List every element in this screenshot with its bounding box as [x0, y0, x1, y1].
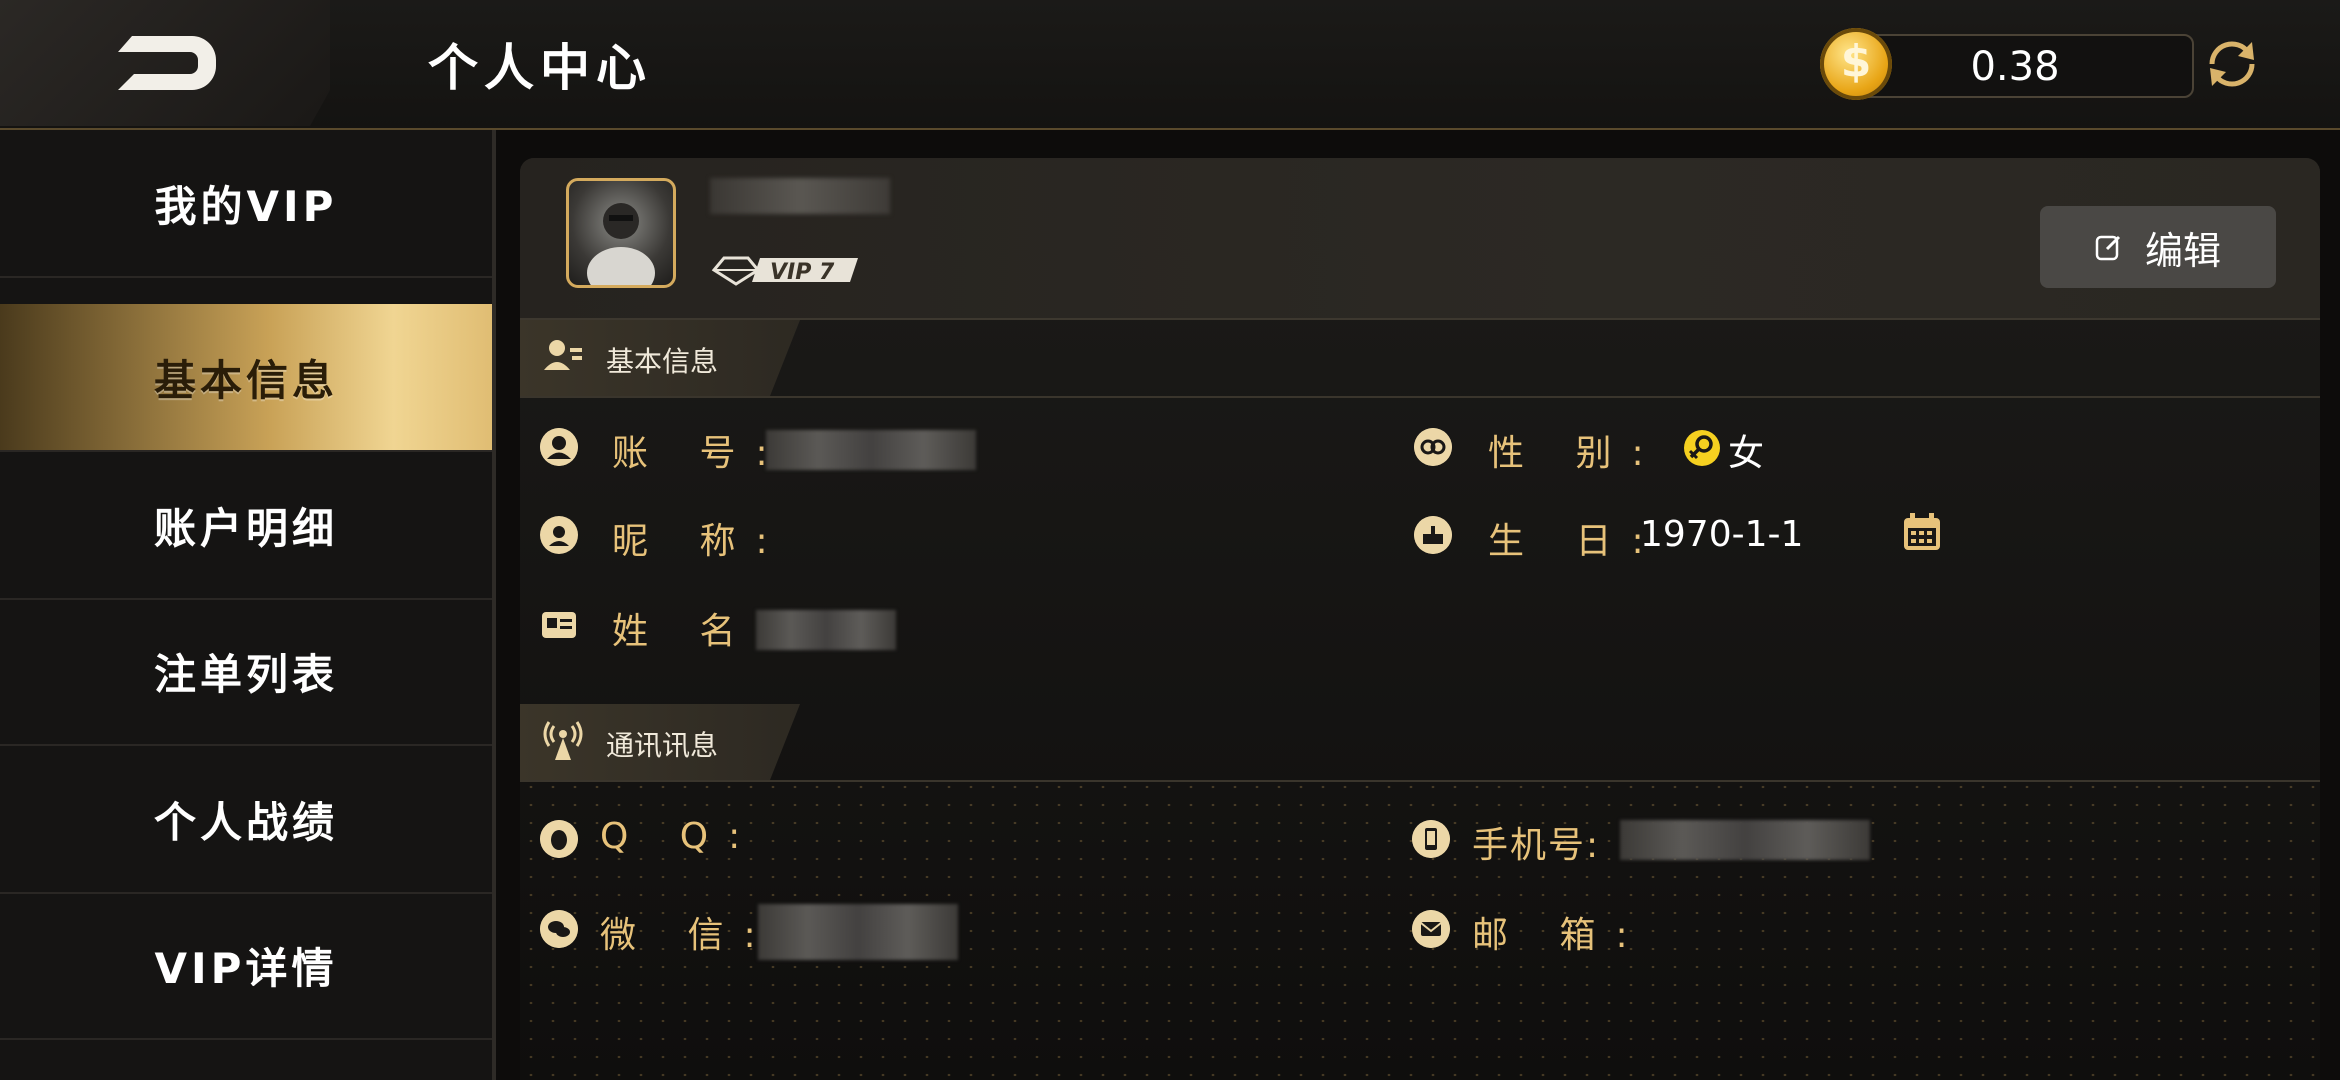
- account-value-blurred: [766, 430, 976, 470]
- edit-label: 编辑: [2144, 228, 2221, 273]
- birthday-value: 1970-1-1: [1640, 514, 1804, 555]
- signal-tower-icon: [543, 721, 583, 760]
- top-bar: 个人中心 $ 0.38: [0, 0, 2340, 130]
- birthday-label: 生 日:: [1488, 521, 1664, 562]
- avatar[interactable]: [566, 178, 676, 299]
- sidebar-item-vip-details[interactable]: VIP详情: [0, 892, 492, 1040]
- birthday-cake-icon: [1414, 516, 1452, 554]
- phone-label: 手机号:: [1472, 825, 1601, 866]
- email-label: 邮 箱:: [1472, 915, 1648, 956]
- basic-info-title: 基本信息: [606, 345, 719, 378]
- account-icon: [540, 428, 578, 466]
- contact-info-title: 通讯讯息: [606, 729, 719, 762]
- account-label: 账 号:: [612, 433, 788, 474]
- sidebar-item-basic-info[interactable]: 基本信息: [0, 304, 492, 452]
- calendar-icon[interactable]: [1900, 510, 1944, 554]
- profile-bar: VIP 7 编辑: [520, 158, 2320, 320]
- nickname-label: 昵 称:: [612, 521, 788, 562]
- sidebar-item-bet-list[interactable]: 注单列表: [0, 598, 492, 746]
- id-card-icon: [542, 612, 576, 638]
- user-card-icon: [544, 340, 582, 370]
- sidebar-item-account-details[interactable]: 账户明细: [0, 452, 492, 600]
- vip-badge: VIP 7: [711, 256, 858, 286]
- page-title: 个人中心: [428, 39, 652, 97]
- gender-label: 性 别:: [1488, 433, 1664, 474]
- phone-value-blurred: [1620, 820, 1870, 860]
- avatar-image: [587, 203, 655, 299]
- edit-button[interactable]: 编辑: [2040, 206, 2276, 288]
- wechat-label: 微 信:: [600, 915, 776, 956]
- svg-text:VIP 7: VIP 7: [770, 260, 835, 285]
- name-value-blurred: [756, 610, 896, 650]
- edit-icon: [2095, 235, 2121, 261]
- wechat-value-blurred: [758, 904, 958, 960]
- refresh-icon[interactable]: [2202, 34, 2262, 94]
- qq-icon: [540, 820, 578, 858]
- sidebar: 我的VIP 基本信息 账户明细 注单列表 个人战绩 VIP详情: [0, 130, 496, 1080]
- female-icon: [1684, 430, 1720, 466]
- sidebar-item-my-vip[interactable]: 我的VIP: [0, 130, 492, 278]
- username-blurred: [710, 178, 890, 214]
- mail-icon: [1412, 910, 1450, 948]
- basic-info-header: 基本信息: [520, 320, 2320, 398]
- phone-icon: [1412, 820, 1450, 858]
- back-icon[interactable]: [112, 28, 222, 98]
- qq-label: Q Q:: [600, 816, 761, 857]
- main-panel: VIP 7 编辑 基本信息 账 号: 昵 称: 姓 名: 性 别: 女 生 日:…: [520, 158, 2320, 1080]
- sidebar-item-personal-record[interactable]: 个人战绩: [0, 746, 492, 894]
- nickname-icon: [540, 516, 578, 554]
- gender-icon: [1414, 428, 1452, 466]
- wechat-icon: [540, 910, 578, 948]
- contact-info-header: 通讯讯息: [520, 704, 2320, 782]
- balance-value: 0.38: [1970, 44, 2060, 90]
- gender-value: 女: [1728, 433, 1765, 474]
